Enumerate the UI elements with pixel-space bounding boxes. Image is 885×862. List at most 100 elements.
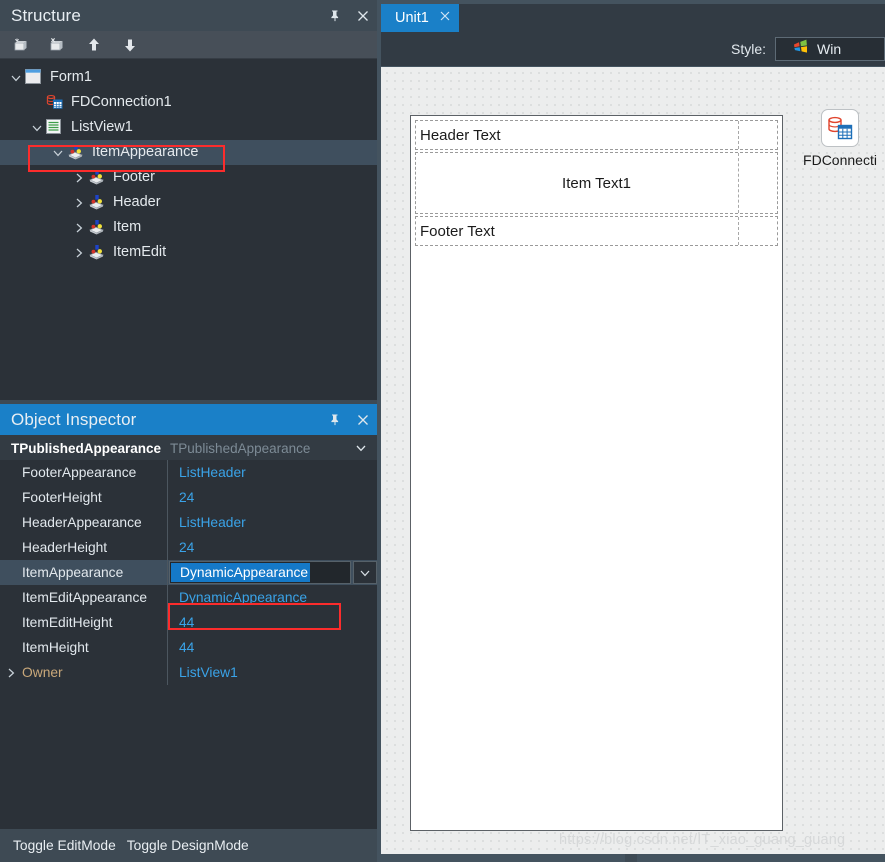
tree-item-listview1[interactable]: ListView1	[0, 115, 377, 140]
property-name: Owner	[22, 665, 63, 680]
property-value-editor[interactable]: DynamicAppearance	[169, 561, 351, 584]
close-icon[interactable]	[355, 8, 371, 24]
property-value: 44	[179, 640, 195, 655]
object-inspector-title: Object Inspector	[11, 409, 137, 429]
property-name: HeaderHeight	[22, 540, 108, 555]
appearance-icon	[88, 219, 106, 237]
property-row-itemappearance[interactable]: ItemAppearance DynamicAppearance	[0, 560, 377, 585]
listview-item-band[interactable]: Item Text1	[415, 152, 778, 214]
property-row-owner[interactable]: Owner ListView1	[0, 660, 377, 685]
designer-toolbar: Style: Win	[381, 32, 885, 66]
property-value: ListHeader	[179, 465, 246, 480]
tree-item-label: Item	[113, 219, 142, 236]
structure-toolbar	[0, 31, 377, 59]
listview-header-column-split	[738, 121, 739, 149]
chevron-right-icon[interactable]	[0, 660, 22, 685]
tree-item-item[interactable]: Item	[0, 215, 377, 240]
arrow-down-icon[interactable]	[118, 34, 142, 56]
arrow-up-icon[interactable]	[82, 34, 106, 56]
structure-tree: Form1 FDConnection1 ListView1 ItemAppearanc…	[0, 60, 377, 400]
property-name: HeaderAppearance	[22, 515, 142, 530]
tree-item-label: Form1	[50, 69, 92, 86]
pin-icon[interactable]	[327, 412, 343, 428]
close-icon[interactable]	[355, 412, 371, 428]
property-row-headerheight[interactable]: HeaderHeight 24	[0, 535, 377, 560]
appearance-icon	[88, 244, 106, 262]
tree-item-label: ItemEdit	[113, 244, 167, 261]
property-value: 24	[179, 490, 195, 505]
pin-icon[interactable]	[327, 8, 343, 24]
listview-component[interactable]: Header Text Item Text1 Footer Text	[410, 115, 783, 831]
style-label: Style:	[730, 41, 766, 57]
property-name: ItemEditAppearance	[22, 590, 148, 605]
tab-unit1[interactable]: Unit1	[381, 4, 459, 32]
canvas-bottom-handle[interactable]	[625, 854, 637, 862]
property-row-footerheight[interactable]: FooterHeight 24	[0, 485, 377, 510]
property-row-itemeditappearance[interactable]: ItemEditAppearance DynamicAppearance	[0, 585, 377, 610]
property-name: FooterHeight	[22, 490, 102, 505]
chevron-down-icon[interactable]	[7, 65, 25, 90]
fdconnection-component[interactable]: FDConnecti	[794, 109, 885, 168]
form-designer-canvas[interactable]: Header Text Item Text1 Footer Text FDCon…	[381, 67, 885, 854]
tab-unit1-label: Unit1	[395, 10, 429, 26]
property-value-selected-text: DynamicAppearance	[171, 563, 311, 582]
delete-item-icon[interactable]	[46, 34, 70, 56]
property-row-headerappearance[interactable]: HeaderAppearance ListHeader	[0, 510, 377, 535]
tree-item-header[interactable]: Header	[0, 190, 377, 215]
tree-item-label: Header	[113, 194, 161, 211]
fdconnection-icon	[821, 109, 859, 147]
tree-item-label: ItemAppearance	[92, 144, 199, 161]
tree-item-itemedit[interactable]: ItemEdit	[0, 240, 377, 265]
chevron-down-icon[interactable]	[28, 115, 46, 140]
tree-item-label: ListView1	[71, 119, 133, 136]
status-bar: Toggle EditMode Toggle DesignMode	[5, 833, 372, 858]
property-dropdown-button[interactable]	[353, 561, 377, 584]
tree-item-label: Footer	[113, 169, 155, 186]
left-dock-column: Structure Form1 FDConnection1 ListView1 …	[0, 0, 377, 862]
fdconnection-icon	[46, 94, 64, 112]
structure-panel: Structure Form1 FDConnection1 ListView1 …	[0, 0, 377, 400]
close-icon[interactable]	[439, 10, 451, 26]
structure-titlebar-buttons	[327, 0, 371, 31]
listview-footer-band[interactable]: Footer Text	[415, 216, 778, 246]
chevron-right-icon[interactable]	[70, 215, 88, 240]
chevron-right-icon[interactable]	[70, 240, 88, 265]
listview-header-text: Header Text	[420, 126, 501, 144]
style-value: Win	[817, 41, 842, 57]
listview-header-band[interactable]: Header Text	[415, 120, 778, 150]
object-inspector-titlebar-buttons	[327, 404, 371, 435]
property-value: 24	[179, 540, 195, 555]
tree-item-itemappearance[interactable]: ItemAppearance	[0, 140, 377, 165]
chevron-right-icon[interactable]	[70, 165, 88, 190]
property-value: ListHeader	[179, 515, 246, 530]
object-inspector-titlebar: Object Inspector	[0, 404, 377, 435]
toggle-design-mode-link[interactable]: Toggle DesignMode	[127, 838, 249, 853]
listview-icon	[46, 118, 64, 137]
column-divider	[167, 560, 168, 585]
chevron-down-icon[interactable]	[49, 140, 67, 165]
property-grid: FooterAppearance ListHeader FooterHeight 24…	[0, 460, 377, 829]
tree-item-footer[interactable]: Footer	[0, 165, 377, 190]
structure-titlebar: Structure	[0, 0, 377, 31]
property-name: ItemHeight	[22, 640, 89, 655]
tree-item-form1[interactable]: Form1	[0, 65, 377, 90]
property-value: 44	[179, 615, 195, 630]
style-combo[interactable]: Win	[775, 37, 885, 61]
fdconnection-label: FDConnecti	[803, 152, 877, 168]
property-row-itemeditheight[interactable]: ItemEditHeight 44	[0, 610, 377, 635]
property-row-footerappearance[interactable]: FooterAppearance ListHeader	[0, 460, 377, 485]
listview-footer-column-split	[738, 217, 739, 245]
chevron-down-icon[interactable]	[353, 440, 369, 456]
structure-title: Structure	[11, 5, 81, 25]
tree-item-label: FDConnection1	[71, 94, 172, 111]
new-item-icon[interactable]	[10, 34, 34, 56]
ide-window: Structure Form1 FDConnection1 ListView1 …	[0, 0, 885, 862]
toggle-edit-mode-link[interactable]: Toggle EditMode	[13, 838, 116, 853]
chevron-right-icon[interactable]	[70, 190, 88, 215]
property-row-itemheight[interactable]: ItemHeight 44	[0, 635, 377, 660]
tree-item-fdconnection1[interactable]: FDConnection1	[0, 90, 377, 115]
object-selector-combo[interactable]: TPublishedAppearance TPublishedAppearanc…	[0, 435, 377, 462]
object-inspector-panel: Object Inspector TPublishedAppearance TP…	[0, 404, 377, 829]
object-selector-type: TPublishedAppearance	[170, 440, 311, 456]
appearance-icon	[88, 169, 106, 187]
